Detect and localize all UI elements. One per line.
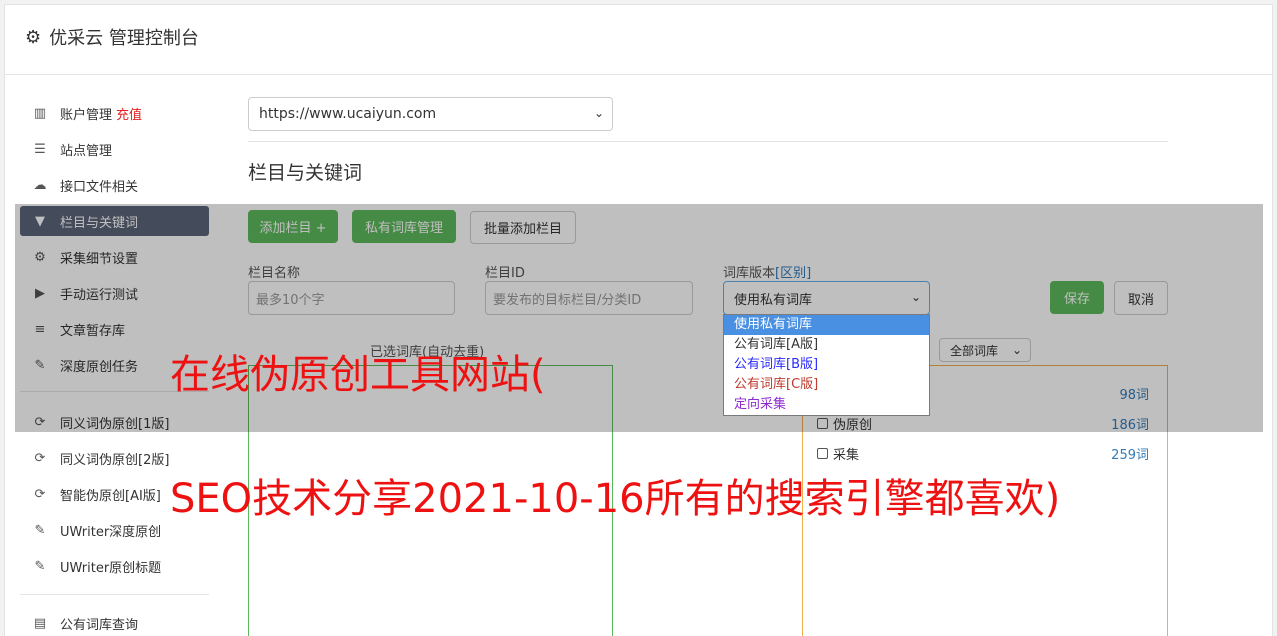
sidebar-item-account[interactable]: ▥ 账户管理 充值 xyxy=(20,98,209,128)
edit-icon: ✎ xyxy=(34,558,46,574)
bar-chart-icon: ▥ xyxy=(33,105,47,121)
page-title: ⚙ 优采云 管理控制台 xyxy=(25,26,199,50)
refresh-icon: ⟳ xyxy=(34,450,46,466)
book-icon: ▤ xyxy=(33,615,47,631)
lib-count: 259词 xyxy=(1111,448,1149,463)
lib-version-dropdown: 使用私有词库 公有词库[A版] 公有词库[B版] 公有词库[C版] 定向采集 xyxy=(723,314,930,416)
cloud-upload-icon: ☁ xyxy=(33,177,47,193)
gear-icon: ⚙ xyxy=(25,26,42,48)
sidebar-item-api-files[interactable]: ☁ 接口文件相关 xyxy=(20,170,209,200)
sidebar-item-public-lib[interactable]: ▤ 公有词库查询 xyxy=(20,608,209,636)
watermark-line-1: 在线伪原创工具网站( xyxy=(170,352,546,398)
dropdown-option[interactable]: 公有词库[A版] xyxy=(724,335,929,355)
lib-item[interactable]: 采集 xyxy=(817,444,859,463)
server-icon: ☰ xyxy=(34,141,46,157)
checkbox[interactable] xyxy=(817,448,828,459)
edit-icon: ✎ xyxy=(34,522,46,538)
sidebar-divider xyxy=(20,594,209,595)
dropdown-option[interactable]: 公有词库[B版] xyxy=(724,355,929,375)
dropdown-option[interactable]: 使用私有词库 xyxy=(724,315,929,335)
sidebar-item-uwriter-title[interactable]: ✎ UWriter原创标题 xyxy=(20,551,209,581)
site-select[interactable]: https://www.ucaiyun.com ⌄ xyxy=(248,97,613,131)
sidebar-item-sites[interactable]: ☰ 站点管理 xyxy=(20,134,209,164)
refresh-icon: ⟳ xyxy=(34,486,46,502)
section-title: 栏目与关键词 xyxy=(248,162,363,184)
recharge-link[interactable]: 充值 xyxy=(116,104,142,123)
header: ⚙ 优采云 管理控制台 xyxy=(5,5,1272,75)
chevron-down-icon: ⌄ xyxy=(593,106,604,120)
dropdown-option[interactable]: 公有词库[C版] xyxy=(724,375,929,395)
watermark-line-2: SEO技术分享2021-10-16所有的搜索引擎都喜欢) xyxy=(170,476,1061,522)
dropdown-option[interactable]: 定向采集 xyxy=(724,395,929,415)
divider xyxy=(248,141,1168,142)
